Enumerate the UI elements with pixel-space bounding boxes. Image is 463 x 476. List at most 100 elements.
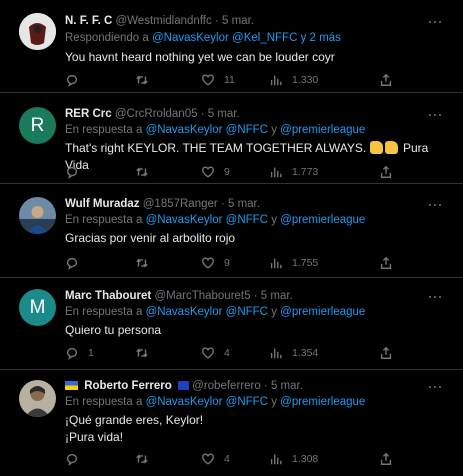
mention[interactable]: @NFFC bbox=[226, 124, 268, 136]
more-options-button[interactable] bbox=[427, 108, 443, 122]
share-icon bbox=[380, 452, 392, 465]
share-button[interactable] bbox=[379, 164, 393, 180]
views-count: 1.308 bbox=[292, 453, 319, 465]
mention[interactable]: @NavasKeylor bbox=[146, 124, 223, 136]
more-options-button[interactable] bbox=[427, 198, 443, 212]
retweet-button[interactable] bbox=[135, 451, 158, 467]
mention[interactable]: @NFFC bbox=[226, 214, 268, 226]
mention[interactable]: @NFFC bbox=[226, 306, 268, 318]
mention[interactable]: @premierleague bbox=[280, 306, 365, 318]
separator: · bbox=[253, 290, 258, 302]
retweet-button[interactable] bbox=[135, 255, 158, 271]
mention[interactable]: @NavasKeylor bbox=[146, 306, 223, 318]
avatar-letter: R bbox=[19, 107, 56, 144]
handle[interactable]: @robeferrero bbox=[192, 380, 261, 392]
handle[interactable]: @Westmidlandnffc bbox=[115, 15, 211, 27]
reply-prefix: En respuesta a bbox=[65, 214, 143, 226]
like-count: 9 bbox=[224, 257, 230, 269]
like-button[interactable]: 4 bbox=[201, 345, 230, 361]
retweet-button[interactable] bbox=[135, 345, 158, 361]
reply-button[interactable] bbox=[65, 451, 88, 467]
like-count: 11 bbox=[224, 74, 235, 86]
heart-icon bbox=[202, 74, 214, 86]
views-button[interactable]: 1.755 bbox=[269, 255, 318, 271]
reply-and: y bbox=[271, 124, 277, 136]
more-icon bbox=[428, 113, 432, 117]
tweet-header: N. F. F. C @Westmidlandnffc · 5 mar. bbox=[65, 15, 423, 27]
heart-icon bbox=[202, 166, 214, 178]
mention[interactable]: @premierleague bbox=[280, 214, 365, 226]
views-button[interactable]: 1.354 bbox=[269, 345, 318, 361]
reply-context: En respuesta a @NavasKeylor @NFFC y @pre… bbox=[65, 396, 365, 408]
display-name[interactable]: Roberto Ferrero bbox=[84, 380, 172, 392]
more-icon bbox=[428, 385, 432, 389]
views-count: 1.354 bbox=[292, 347, 319, 359]
tweet[interactable]: N. F. F. C @Westmidlandnffc · 5 mar. Res… bbox=[0, 0, 463, 93]
share-icon bbox=[380, 165, 392, 178]
tweet-actions: 4 1.308 bbox=[65, 451, 395, 467]
timestamp[interactable]: 5 mar. bbox=[228, 198, 260, 210]
mention[interactable]: @NavasKeylor bbox=[146, 214, 223, 226]
tweet[interactable]: R RER Crc @CrcRroldan05 · 5 mar. En resp… bbox=[0, 94, 463, 184]
tweet[interactable]: Wulf Muradaz @1857Ranger · 5 mar. En res… bbox=[0, 185, 463, 278]
more-options-button[interactable] bbox=[427, 380, 443, 394]
reply-button[interactable]: 1 bbox=[65, 345, 94, 361]
mention[interactable]: @premierleague bbox=[280, 124, 365, 136]
display-name[interactable]: Wulf Muradaz bbox=[65, 198, 140, 210]
timestamp[interactable]: 5 mar. bbox=[208, 108, 240, 120]
views-button[interactable]: 1.308 bbox=[269, 451, 318, 467]
views-button[interactable]: 1.330 bbox=[269, 72, 318, 88]
reply-button[interactable] bbox=[65, 164, 88, 180]
reply-and: y bbox=[271, 306, 277, 318]
like-button[interactable]: 9 bbox=[201, 164, 230, 180]
tweet[interactable]: M Marc Thabouret @MarcThabouret5 · 5 mar… bbox=[0, 279, 463, 370]
timestamp[interactable]: 5 mar. bbox=[222, 15, 254, 27]
separator: · bbox=[200, 108, 205, 120]
avatar[interactable] bbox=[19, 13, 56, 50]
reply-icon bbox=[66, 166, 78, 179]
avatar[interactable]: R bbox=[19, 107, 56, 144]
reply-button[interactable] bbox=[65, 72, 88, 88]
like-button[interactable]: 4 bbox=[201, 451, 230, 467]
reply-prefix: En respuesta a bbox=[65, 306, 143, 318]
reply-prefix: En respuesta a bbox=[65, 124, 143, 136]
views-icon bbox=[270, 75, 282, 86]
handle[interactable]: @CrcRroldan05 bbox=[115, 108, 198, 120]
like-button[interactable]: 9 bbox=[201, 255, 230, 271]
display-name[interactable]: N. F. F. C bbox=[65, 15, 112, 27]
handle[interactable]: @MarcThabouret5 bbox=[154, 290, 250, 302]
display-name[interactable]: Marc Thabouret bbox=[65, 290, 151, 302]
reply-mentions[interactable]: @NavasKeylor @Kel_NFFC y 2 más bbox=[152, 32, 341, 44]
like-button[interactable]: 11 bbox=[201, 72, 235, 88]
more-options-button[interactable] bbox=[427, 290, 443, 304]
reply-icon bbox=[66, 74, 78, 87]
tweet[interactable]: Roberto Ferrero @robeferrero · 5 mar. En… bbox=[0, 371, 463, 476]
tweet-header: Roberto Ferrero @robeferrero · 5 mar. bbox=[65, 380, 423, 392]
reply-prefix: Respondiendo a bbox=[65, 32, 149, 44]
avatar[interactable] bbox=[19, 197, 56, 234]
avatar[interactable]: M bbox=[19, 289, 56, 326]
share-button[interactable] bbox=[379, 451, 393, 467]
mention[interactable]: @premierleague bbox=[280, 396, 365, 408]
more-options-button[interactable] bbox=[427, 15, 443, 29]
reply-context: En respuesta a @NavasKeylor @NFFC y @pre… bbox=[65, 306, 365, 318]
views-button[interactable]: 1.773 bbox=[269, 164, 318, 180]
avatar-image bbox=[19, 13, 56, 50]
retweet-button[interactable] bbox=[135, 164, 158, 180]
timestamp[interactable]: 5 mar. bbox=[261, 290, 293, 302]
like-count: 4 bbox=[224, 453, 230, 465]
display-name[interactable]: RER Crc bbox=[65, 108, 112, 120]
tweet-actions: 11 1.330 bbox=[65, 72, 395, 88]
avatar[interactable] bbox=[19, 380, 56, 417]
reply-button[interactable] bbox=[65, 255, 88, 271]
handle[interactable]: @1857Ranger bbox=[143, 198, 218, 210]
mention[interactable]: @NFFC bbox=[226, 396, 268, 408]
share-button[interactable] bbox=[379, 345, 393, 361]
reply-and: y bbox=[271, 214, 277, 226]
share-button[interactable] bbox=[379, 255, 393, 271]
share-button[interactable] bbox=[379, 72, 393, 88]
mention[interactable]: @NavasKeylor bbox=[146, 396, 223, 408]
timestamp[interactable]: 5 mar. bbox=[271, 380, 303, 392]
retweet-button[interactable] bbox=[135, 72, 158, 88]
tweet-text: Quiero tu persona bbox=[65, 323, 162, 337]
